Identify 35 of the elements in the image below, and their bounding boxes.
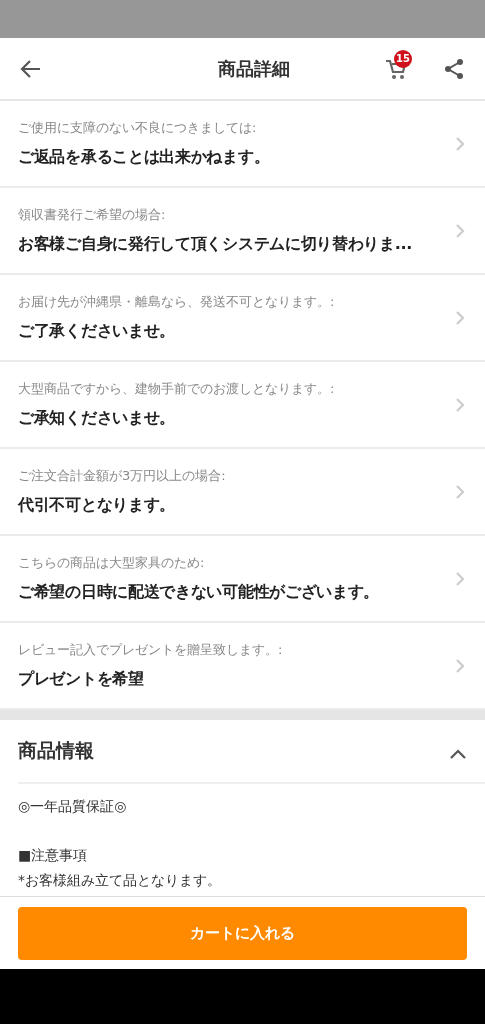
note-row[interactable]: こちらの商品は大型家具のため: ご希望の日時に配送できない可能性がございます。 bbox=[0, 536, 485, 623]
section-title: 商品情報 bbox=[18, 738, 95, 763]
note-row[interactable]: 領収書発行ご希望の場合: お客様ご自身に発行して頂くシステムに切り替わりま... bbox=[0, 188, 485, 275]
note-row[interactable]: 大型商品ですから、建物手前でのお渡しとなります。: ご承知くださいませ。 bbox=[0, 362, 485, 449]
note-value: お客様ご自身に発行して頂くシステムに切り替わりま... bbox=[18, 234, 414, 255]
chevron-right-icon bbox=[455, 396, 465, 413]
note-value: ご返品を承ることは出来かねます。 bbox=[18, 147, 271, 168]
note-value: ご了承くださいませ。 bbox=[18, 321, 176, 342]
info-text: ◎一年品質保証◎ bbox=[18, 797, 128, 816]
cart-badge: 15 bbox=[394, 50, 412, 68]
chevron-right-icon bbox=[455, 309, 465, 326]
note-row[interactable]: ご注文合計金額が3万円以上の場合: 代引不可となります。 bbox=[0, 449, 485, 536]
note-label: レビュー記入でプレゼントを贈呈致します。: bbox=[18, 641, 284, 659]
back-icon[interactable] bbox=[20, 57, 42, 80]
note-label: 領収書発行ご希望の場合: bbox=[18, 206, 167, 224]
note-label: ご注文合計金額が3万円以上の場合: bbox=[18, 467, 227, 485]
info-text: ■注意事項 bbox=[18, 846, 89, 865]
note-value: 代引不可となります。 bbox=[18, 495, 176, 516]
note-label: こちらの商品は大型家具のため: bbox=[18, 554, 206, 572]
note-value: ご承知くださいませ。 bbox=[18, 408, 176, 429]
chevron-right-icon bbox=[455, 222, 465, 239]
chevron-right-icon bbox=[455, 483, 465, 500]
note-label: ご使用に支障のない不良につきましては: bbox=[18, 119, 258, 137]
note-label: 大型商品ですから、建物手前でのお渡しとなります。: bbox=[18, 380, 336, 398]
note-row[interactable]: お届け先が沖縄県・離島なら、発送不可となります。: ご了承くださいませ。 bbox=[0, 275, 485, 362]
note-label: お届け先が沖縄県・離島なら、発送不可となります。: bbox=[18, 293, 336, 311]
page-title: 商品詳細 bbox=[216, 56, 291, 81]
chevron-right-icon bbox=[455, 657, 465, 674]
chevron-right-icon bbox=[455, 570, 465, 587]
info-text: *お客様組み立て品となります。 bbox=[18, 871, 222, 890]
chevron-right-icon bbox=[455, 135, 465, 152]
note-value: ご希望の日時に配送できない可能性がございます。 bbox=[18, 582, 381, 603]
share-icon[interactable] bbox=[443, 57, 465, 80]
note-row[interactable]: ご使用に支障のない不良につきましては: ご返品を承ることは出来かねます。 bbox=[0, 101, 485, 188]
note-value: プレゼントを希望 bbox=[18, 669, 145, 690]
